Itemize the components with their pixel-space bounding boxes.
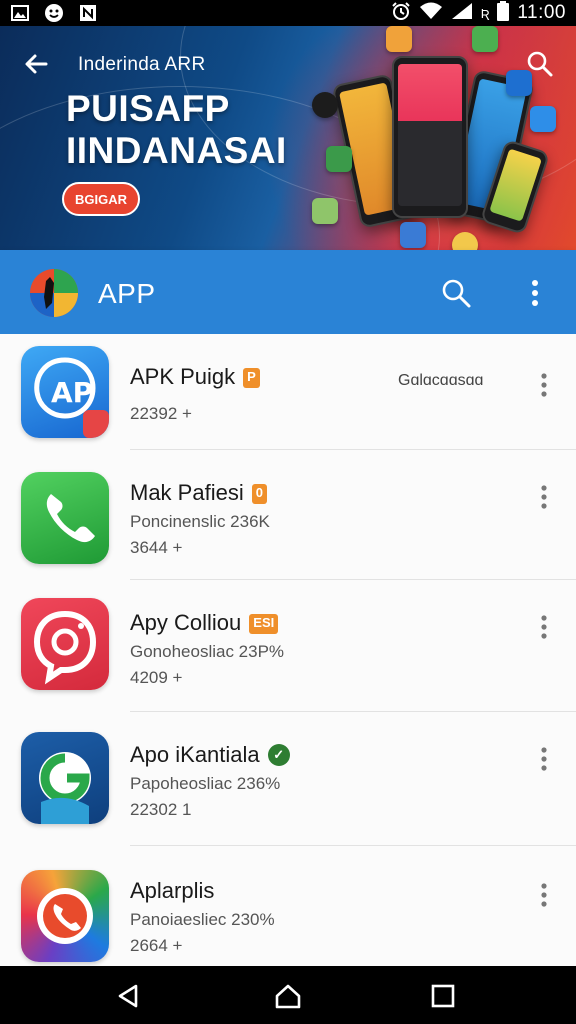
banner-title-line: IINDANASAI [66, 130, 287, 171]
app-name: Apy Colliou ESI [130, 610, 279, 636]
status-bar: Ʀ 11:00 [0, 0, 576, 26]
app-description: Panoiaesliec 230% [130, 910, 275, 929]
notification-icon [78, 4, 98, 22]
alarm-icon [391, 1, 411, 26]
floating-app-icon [326, 146, 352, 172]
app-name: Mak Pafiesi 0 [130, 480, 267, 506]
battery-icon [497, 0, 510, 26]
app-icon-chat [21, 598, 109, 690]
app-name: Apo iKantiala ✓ [130, 742, 290, 768]
app-name-text: APK Puigk [130, 364, 236, 389]
back-icon[interactable] [114, 981, 144, 1011]
more-vert-icon[interactable] [523, 276, 547, 310]
app-list: AP APK Puigk P Gɑlɑcɑɑsɑɑ 22392 + Mak Pa… [0, 334, 576, 966]
list-item[interactable]: Aplarplis Panoiaesliec 230% 2664 + [0, 846, 576, 966]
phone-illustration [392, 56, 468, 218]
signal-icon [451, 2, 473, 25]
app-icon-apk: AP [21, 346, 109, 438]
navigation-bar [0, 966, 576, 1024]
list-item[interactable]: Apy Colliou ESI Gonoheosliac 23P% 4209 + [0, 580, 576, 712]
download-count: 22392 + [130, 404, 192, 423]
floating-app-icon [400, 222, 426, 248]
app-meta: Gɑlɑcɑɑsɑɑ [398, 372, 484, 389]
app-name-text: Apy Colliou [130, 610, 242, 635]
image-icon [10, 4, 30, 22]
more-vert-icon[interactable] [534, 744, 554, 774]
back-arrow-icon[interactable] [22, 50, 50, 78]
banner-cta-button[interactable]: BGIGAR [62, 182, 140, 216]
list-item[interactable]: Mak Pafiesi 0 Poncinenslic 236K 3644 + [0, 450, 576, 580]
app-name-text: Apo iKantiala [130, 742, 260, 767]
app-icon-g [21, 732, 109, 824]
app-name-text: Mak Pafiesi [130, 480, 244, 505]
face-icon [44, 4, 64, 22]
recents-icon[interactable] [428, 981, 458, 1011]
search-icon[interactable] [440, 277, 472, 309]
app-bar-title: APP [98, 278, 156, 309]
app-badge: 0 [251, 484, 267, 504]
app-badge: ESI [249, 614, 279, 634]
download-count: 2664 + [130, 936, 183, 955]
banner-title: PUISAFP IINDANASAI [66, 88, 287, 172]
floating-app-icon [312, 92, 338, 118]
floating-app-icon [530, 106, 556, 132]
banner-title-line: PUISAFP [66, 88, 230, 129]
floating-app-icon [386, 26, 412, 52]
download-count: 4209 + [130, 668, 183, 687]
app-icon-phone [21, 472, 109, 564]
banner-subtitle: Inderinda ARR [78, 54, 206, 75]
app-bar: APP [0, 250, 576, 334]
list-item[interactable]: AP APK Puigk P Gɑlɑcɑɑsɑɑ 22392 + [0, 334, 576, 450]
svg-text:AP: AP [51, 376, 93, 409]
app-name: Aplarplis [130, 878, 214, 904]
app-badge: P [243, 368, 260, 388]
promo-banner[interactable]: Inderinda ARR PUISAFP IINDANASAI BGIGAR [0, 26, 576, 250]
more-vert-icon[interactable] [534, 612, 554, 642]
download-count: 3644 + [130, 538, 183, 557]
app-icon-call [21, 870, 109, 962]
app-badge: ✓ [267, 744, 290, 766]
wifi-icon [419, 2, 443, 25]
network-label: Ʀ [480, 5, 490, 21]
app-logo [28, 267, 80, 319]
floating-app-icon [312, 198, 338, 224]
list-item[interactable]: Apo iKantiala ✓ Papoheosliac 236% 22302 1 [0, 712, 576, 846]
search-icon[interactable] [526, 50, 554, 78]
app-description: Papoheosliac 236% [130, 774, 281, 793]
more-vert-icon[interactable] [534, 880, 554, 910]
status-time: 11:00 [517, 2, 566, 23]
app-screen: Ʀ 11:00 Inderinda ARR PUISAFP IINDANASAI… [0, 0, 576, 1024]
app-name: APK Puigk P [130, 364, 260, 390]
app-name-text: Aplarplis [130, 878, 215, 903]
download-count: 22302 1 [130, 800, 192, 819]
app-description: Gonoheosliac 23P% [130, 642, 285, 661]
more-vert-icon[interactable] [534, 482, 554, 512]
floating-app-icon [472, 26, 498, 52]
app-description: Poncinenslic 236K [130, 512, 270, 531]
more-vert-icon[interactable] [534, 370, 554, 400]
home-icon[interactable] [273, 981, 303, 1011]
